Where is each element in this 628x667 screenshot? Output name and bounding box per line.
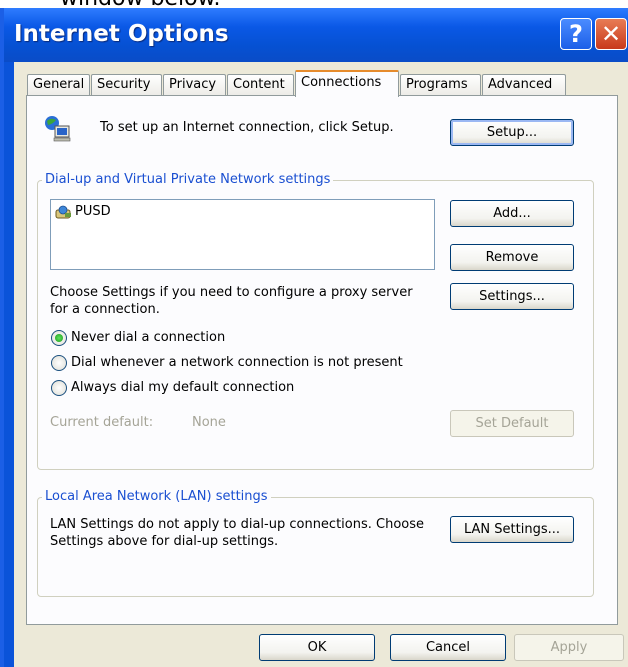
radio-dial-whenever-label[interactable]: Dial whenever a network connection is no… — [71, 355, 403, 370]
dialup-connections-list[interactable]: PUSD — [50, 199, 435, 270]
lan-settings-button[interactable]: LAN Settings... — [450, 516, 574, 543]
dialup-group-legend: Dial-up and Virtual Private Network sett… — [42, 172, 334, 187]
lan-description-line2: Settings above for dial-up settings. — [50, 534, 279, 549]
tab-content[interactable]: Content — [227, 74, 294, 96]
current-default-label: Current default: — [50, 415, 154, 430]
connections-panel: To set up an Internet connection, click … — [26, 95, 618, 625]
ok-button[interactable]: OK — [259, 634, 375, 661]
tab-privacy[interactable]: Privacy — [163, 74, 226, 96]
setup-button[interactable]: Setup... — [450, 119, 574, 146]
tab-general[interactable]: General — [27, 74, 90, 96]
dialog-client: General Security Privacy Content Connect… — [14, 62, 628, 667]
help-button[interactable]: ? — [560, 18, 592, 50]
radio-never-dial[interactable] — [51, 330, 67, 346]
lan-group-legend: Local Area Network (LAN) settings — [42, 489, 271, 504]
window-title: Internet Options — [14, 21, 229, 47]
tab-advanced[interactable]: Advanced — [482, 74, 566, 96]
set-default-button[interactable]: Set Default — [450, 410, 574, 437]
tab-programs[interactable]: Programs — [400, 74, 481, 96]
proxy-description-line2: for a connection. — [50, 302, 160, 317]
internet-options-window: Internet Options ? ✕ General Security Pr… — [0, 8, 628, 667]
lan-description-line1: LAN Settings do not apply to dial-up con… — [50, 517, 425, 532]
current-default-value: None — [192, 415, 226, 430]
remove-button[interactable]: Remove — [450, 244, 574, 271]
proxy-description-line1: Choose Settings if you need to configure… — [50, 285, 413, 300]
title-bar[interactable]: Internet Options ? ✕ — [4, 8, 628, 62]
network-connection-icon — [45, 116, 71, 142]
apply-button[interactable]: Apply — [514, 634, 624, 661]
dialup-connection-icon — [55, 205, 71, 219]
radio-dial-whenever[interactable] — [51, 355, 67, 371]
cancel-button[interactable]: Cancel — [390, 634, 506, 661]
radio-always-dial[interactable] — [51, 380, 67, 396]
list-item-label: PUSD — [75, 204, 111, 219]
tab-security[interactable]: Security — [91, 74, 162, 96]
radio-never-dial-label[interactable]: Never dial a connection — [71, 330, 225, 345]
add-button[interactable]: Add... — [450, 200, 574, 227]
close-button[interactable]: ✕ — [595, 18, 627, 50]
setup-description: To set up an Internet connection, click … — [100, 120, 394, 135]
settings-button[interactable]: Settings... — [450, 283, 574, 310]
close-icon: ✕ — [600, 20, 622, 48]
radio-always-dial-label[interactable]: Always dial my default connection — [71, 380, 294, 395]
help-icon: ? — [569, 20, 583, 48]
tab-connections[interactable]: Connections — [295, 70, 399, 97]
